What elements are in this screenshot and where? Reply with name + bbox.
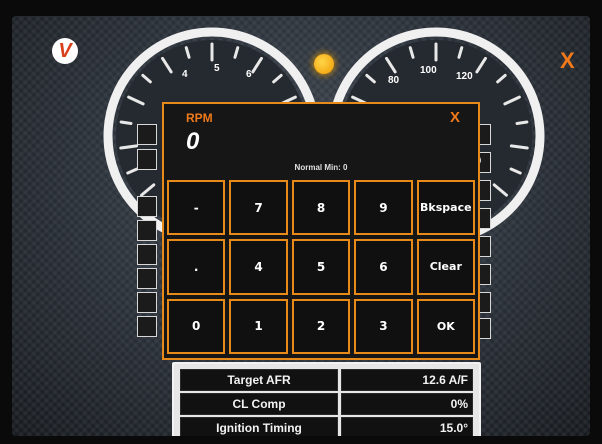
left-gauge-tick-label: 6 [246,69,252,80]
table-label-ignition-timing: Ignition Timing [180,417,338,436]
table-row: Target AFR 12.6 A/F [180,369,473,391]
background-row [137,124,157,145]
keypad-title: RPM [186,111,213,125]
key-decimal[interactable]: . [167,239,226,295]
background-row [137,244,157,265]
table-value-ignition-timing: 15.0° [341,417,473,436]
status-indicator-light [314,54,334,74]
key-4[interactable]: 4 [229,239,288,295]
right-gauge-tick-label: 100 [420,65,437,76]
close-icon[interactable]: X [560,50,575,72]
app-logo[interactable]: V [52,38,78,64]
key-9[interactable]: 9 [354,180,413,236]
data-table: Target AFR 12.6 A/F CL Comp 0% Ignition … [172,362,481,436]
background-row [137,292,157,313]
table-row: CL Comp 0% [180,393,473,415]
background-row [137,149,157,170]
keypad-entry-display: 0 [186,128,200,155]
background-row [137,196,157,217]
gauge-tick-mark [515,120,529,126]
keypad-grid: -7 8 9 Bkspace. 4 5 6 Clear 0 1 2 3 OK [167,180,475,354]
table-label-target-afr: Target AFR [180,369,338,391]
key-6[interactable]: 6 [354,239,413,295]
key-1[interactable]: 1 [229,298,288,354]
background-row [137,268,157,289]
right-gauge-tick-label: 120 [456,71,473,82]
dashboard-screen: 4 5 6 80 100 120 V X 00 0 0 0 0 0 0 [12,16,590,436]
key-clear[interactable]: Clear [416,239,475,295]
keypad-close-icon[interactable]: X [450,110,460,125]
key-8[interactable]: 8 [291,180,351,236]
key-3[interactable]: 3 [354,298,413,354]
key-7[interactable]: 7 [229,180,288,236]
table-label-cl-comp: CL Comp [180,393,338,415]
table-row: Ignition Timing 15.0° [180,417,473,436]
gauge-tick-mark [509,144,529,150]
table-value-target-afr: 12.6 A/F [341,369,473,391]
key-5[interactable]: 5 [291,239,351,295]
left-gauge-tick-label: 4 [182,69,188,80]
background-row [137,220,157,241]
key-2[interactable]: 2 [291,298,351,354]
gauge-tick-mark [119,144,139,150]
numeric-keypad-dialog: RPM X 0 Normal Min: 0 -7 8 9 Bkspace. 4 5 6 Cle… [162,102,480,360]
app-logo-letter: V [58,40,72,62]
left-gauge-tick-label: 5 [214,63,220,74]
right-gauge-tick-label: 80 [388,75,400,86]
key-minus[interactable]: - [167,180,226,236]
gauge-tick-mark [119,120,133,126]
key-ok[interactable]: OK [416,298,475,354]
key-0[interactable]: 0 [167,298,226,354]
keypad-range-hint: Normal Min: 0 [294,163,348,172]
background-row [137,316,157,337]
key-backspace[interactable]: Bkspace [416,180,475,236]
table-value-cl-comp: 0% [341,393,473,415]
